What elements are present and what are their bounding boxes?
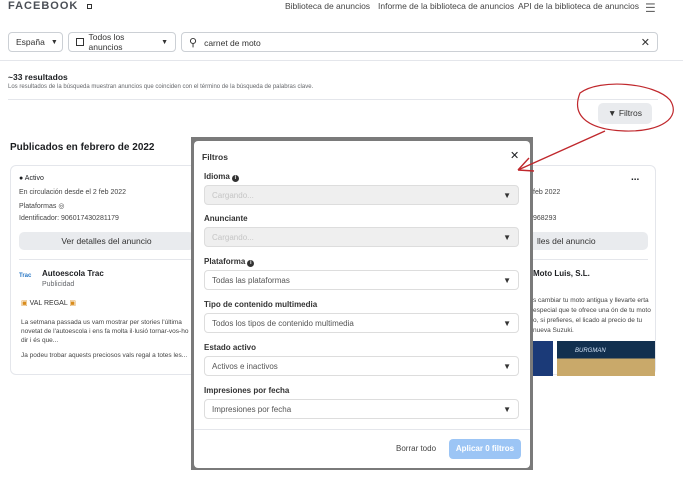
annotation-arrow	[517, 130, 606, 172]
annotation-ellipse	[577, 83, 674, 132]
red-annotation	[517, 83, 674, 172]
